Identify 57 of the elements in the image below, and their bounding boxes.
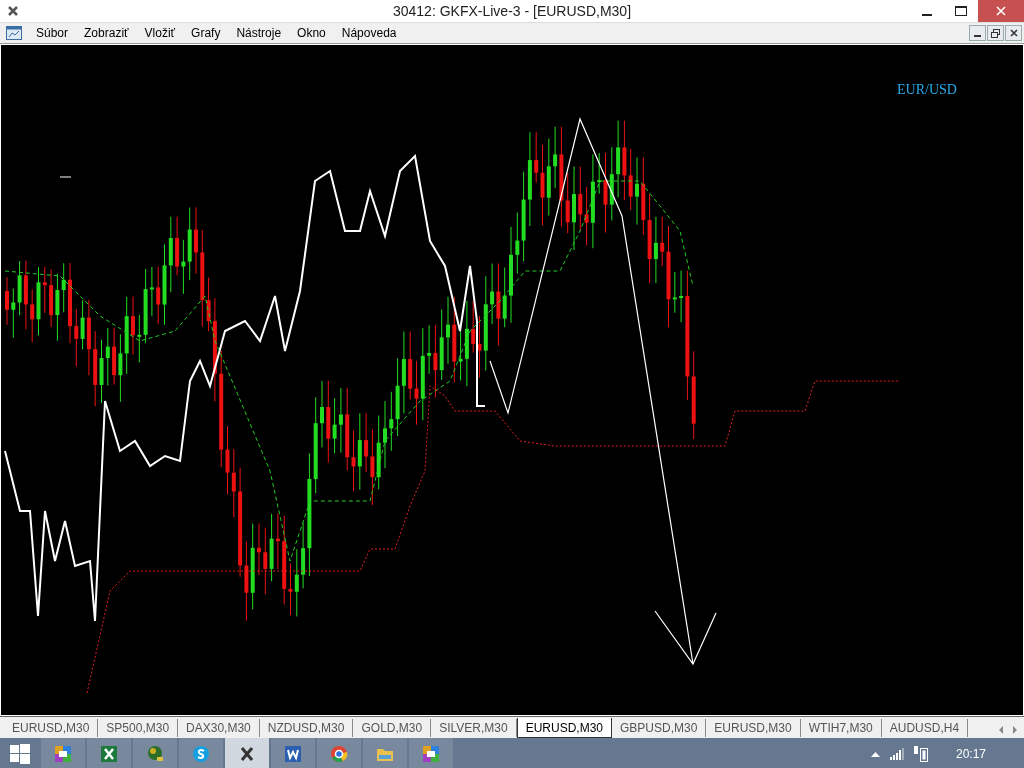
restore-icon: [991, 28, 1000, 38]
scroll-left-icon[interactable]: [998, 726, 1004, 734]
dash-mark: [59, 176, 72, 178]
excel-icon: [99, 743, 119, 764]
window-title: 30412: GKFX-Live-3 - [EURUSD,M30]: [392, 3, 632, 19]
chart-tab[interactable]: EURUSD,M30: [4, 719, 99, 737]
menu-item[interactable]: Grafy: [183, 26, 229, 40]
menu-item[interactable]: Okno: [289, 26, 334, 40]
word-icon: [283, 743, 303, 764]
menu-item[interactable]: Nápoveda: [333, 26, 405, 40]
menu-item[interactable]: Zobraziť: [76, 26, 137, 40]
candlestick: [383, 400, 387, 469]
chart-tab[interactable]: GOLD,M30: [353, 719, 432, 737]
symbol-label: EUR/USD: [897, 82, 957, 98]
signal-icon[interactable]: [889, 747, 904, 760]
chart-window-icon[interactable]: [6, 26, 22, 40]
candlestick: [5, 276, 9, 326]
taskbar-app-button[interactable]: [41, 738, 85, 768]
candlestick: [194, 206, 198, 275]
chart-tab[interactable]: NZDUSD,M30: [259, 719, 354, 737]
chart-tab[interactable]: EURUSD,M30: [516, 718, 612, 738]
maximize-icon: [955, 6, 967, 16]
close-icon: [996, 6, 1006, 16]
clock[interactable]: 20:17: [955, 746, 986, 761]
chart-tab[interactable]: WTIH7,M30: [800, 719, 882, 737]
close-icon: [1009, 29, 1018, 37]
taskbar-app-button[interactable]: [409, 738, 453, 768]
photos-icon: [53, 743, 73, 764]
candlestick: [635, 156, 639, 226]
chart-tab[interactable]: SP500,M30: [98, 719, 179, 737]
minimize-button[interactable]: [969, 25, 986, 41]
candlestick: [446, 296, 450, 365]
chart-tab[interactable]: AUDUSD,H4: [881, 719, 969, 737]
taskbar-app-button[interactable]: [271, 738, 315, 768]
chart-tab[interactable]: DAX30,M30: [178, 719, 260, 737]
chart-tab[interactable]: SILVER,M30: [431, 719, 517, 737]
candlestick: [257, 522, 261, 576]
windows-logo: [10, 743, 30, 764]
restore-button[interactable]: [987, 25, 1004, 41]
app-icon[interactable]: [6, 4, 20, 18]
chrome-icon: [329, 743, 349, 764]
show-hidden-icons-icon[interactable]: [870, 750, 880, 757]
scroll-right-icon[interactable]: [1012, 726, 1018, 734]
photos-icon: [421, 743, 441, 764]
close-button[interactable]: [1005, 25, 1022, 41]
candlestick: [131, 296, 135, 355]
battery-icon[interactable]: [913, 745, 928, 762]
menu-item[interactable]: Súbor: [28, 26, 77, 40]
taskbar-app-button[interactable]: [225, 738, 269, 768]
taskbar-app-button[interactable]: [87, 738, 131, 768]
candlestick: [320, 380, 324, 448]
menu-item[interactable]: Nástroje: [228, 26, 290, 40]
skype-icon: [191, 743, 211, 764]
minimize-icon: [922, 14, 932, 16]
menu-item[interactable]: Vložiť: [136, 26, 184, 40]
chart-tab[interactable]: GBPUSD,M30: [612, 719, 707, 737]
chart-tab[interactable]: EURUSD,M30: [706, 719, 801, 737]
